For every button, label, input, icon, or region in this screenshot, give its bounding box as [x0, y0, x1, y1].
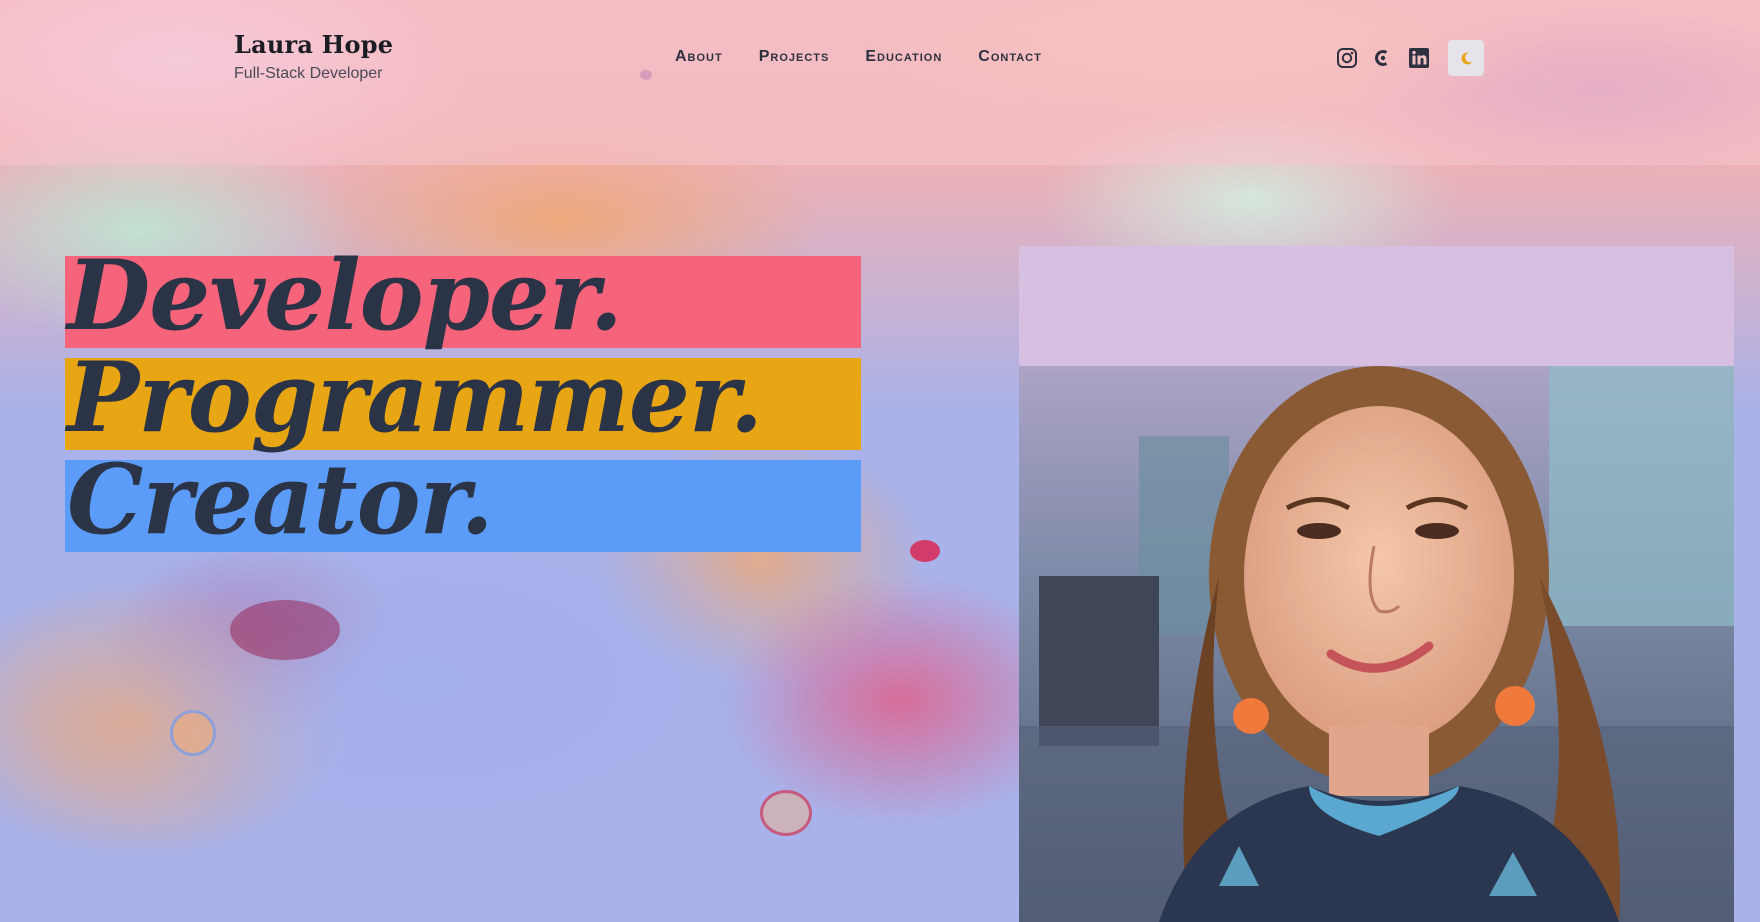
- paint-speck: [910, 540, 940, 562]
- codepen-icon[interactable]: [1372, 47, 1394, 69]
- brand-name[interactable]: Laura Hope: [234, 30, 393, 59]
- social-links: [1336, 40, 1484, 76]
- paint-speck: [760, 790, 812, 836]
- brand-subtitle: Full-Stack Developer: [234, 65, 383, 82]
- brand[interactable]: Laura Hope Full-Stack Developer: [234, 30, 393, 83]
- nav-about[interactable]: About: [675, 48, 723, 66]
- paint-speck: [230, 600, 340, 660]
- linkedin-icon[interactable]: [1408, 47, 1430, 69]
- hero-word-text: Developer.: [67, 239, 623, 352]
- moon-icon: [1461, 52, 1473, 65]
- nav-education[interactable]: Education: [865, 48, 942, 66]
- hero-word-text: Programmer.: [67, 341, 763, 454]
- site-header: Laura Hope Full-Stack Developer About Pr…: [0, 0, 1760, 165]
- hero-word-creator: Creator.: [65, 452, 861, 552]
- hero-word-programmer: Programmer.: [65, 350, 861, 450]
- hero-word-developer: Developer.: [65, 248, 861, 348]
- hero-word-text: Creator.: [67, 443, 494, 556]
- hero-headline: Developer. Programmer. Creator.: [65, 248, 861, 562]
- portrait-illustration: [1019, 246, 1734, 922]
- theme-toggle-button[interactable]: [1448, 40, 1484, 76]
- main-nav: About Projects Education Contact: [675, 48, 1042, 66]
- instagram-icon[interactable]: [1336, 47, 1358, 69]
- paint-speck: [170, 710, 216, 756]
- nav-contact[interactable]: Contact: [978, 48, 1042, 66]
- nav-projects[interactable]: Projects: [759, 48, 830, 66]
- portrait-photo: [1019, 246, 1734, 922]
